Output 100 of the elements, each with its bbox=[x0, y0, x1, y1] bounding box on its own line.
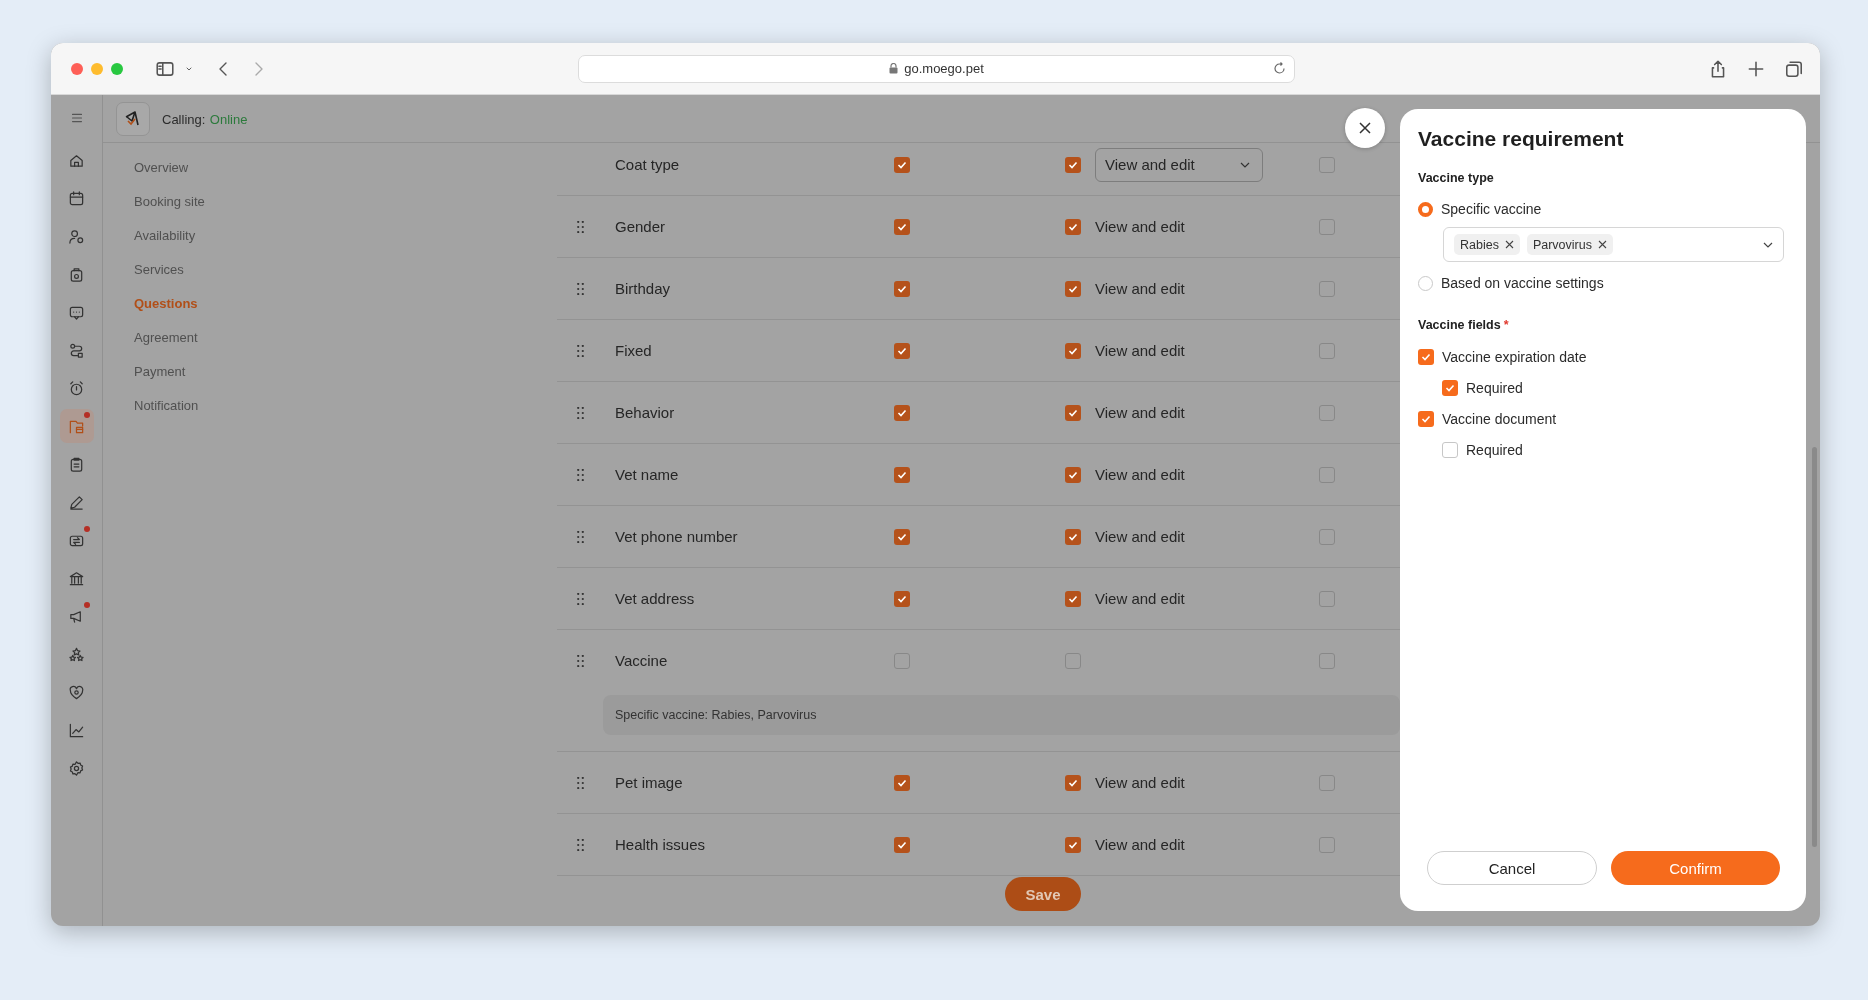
checkbox[interactable] bbox=[894, 280, 910, 297]
checkbox[interactable] bbox=[894, 652, 910, 669]
calendar-icon bbox=[68, 189, 85, 207]
checkbox[interactable] bbox=[1319, 590, 1335, 607]
settings-nav-item[interactable]: Services bbox=[134, 261, 184, 277]
drag-handle-icon[interactable] bbox=[576, 654, 584, 667]
checkbox[interactable] bbox=[894, 156, 910, 173]
checkbox[interactable] bbox=[894, 528, 910, 545]
checkbox[interactable] bbox=[1065, 404, 1081, 421]
checkbox[interactable] bbox=[1319, 342, 1335, 359]
checkbox[interactable] bbox=[894, 404, 910, 421]
checkbox[interactable] bbox=[1065, 528, 1081, 545]
checkbox[interactable] bbox=[894, 590, 910, 607]
checkmark-icon bbox=[1068, 531, 1078, 542]
checkbox[interactable] bbox=[1319, 774, 1335, 791]
checkbox[interactable] bbox=[1418, 348, 1434, 365]
checkmark-icon bbox=[897, 221, 907, 232]
cancel-button[interactable]: Cancel bbox=[1427, 851, 1597, 885]
settings-nav-item[interactable]: Booking site bbox=[134, 193, 205, 209]
vaccine-tag: Rabies bbox=[1454, 234, 1520, 255]
reload-icon[interactable] bbox=[1273, 61, 1286, 75]
checkmark-icon bbox=[1068, 469, 1078, 480]
checkbox[interactable] bbox=[1319, 404, 1335, 421]
checkmark-icon bbox=[897, 159, 907, 170]
drag-handle-icon[interactable] bbox=[576, 220, 584, 233]
checkmark-icon bbox=[1421, 351, 1431, 362]
checkbox[interactable] bbox=[1319, 218, 1335, 235]
checkbox[interactable] bbox=[1319, 836, 1335, 853]
chart-icon bbox=[68, 721, 85, 739]
settings-nav-item[interactable]: Payment bbox=[134, 363, 186, 379]
checkbox[interactable] bbox=[1319, 528, 1335, 545]
caret-icon bbox=[1240, 161, 1250, 168]
drag-handle-icon[interactable] bbox=[576, 776, 584, 789]
remove-icon[interactable] bbox=[1597, 240, 1607, 249]
save-button[interactable]: Save bbox=[1005, 877, 1081, 911]
radio-button[interactable] bbox=[1418, 201, 1433, 217]
radio-label[interactable]: Specific vaccine bbox=[1441, 201, 1542, 217]
checkbox[interactable] bbox=[894, 836, 910, 853]
calling-status: Online bbox=[209, 111, 248, 127]
calling-label: Calling: bbox=[162, 111, 206, 127]
drag-handle-icon[interactable] bbox=[576, 344, 584, 357]
drag-handle-icon[interactable] bbox=[576, 406, 584, 419]
checkbox[interactable] bbox=[1065, 280, 1081, 297]
drag-handle-icon[interactable] bbox=[576, 530, 584, 543]
settings-nav-item[interactable]: Agreement bbox=[134, 329, 198, 345]
access-dropdown[interactable]: View and edit bbox=[1095, 147, 1263, 182]
access-text: View and edit bbox=[1095, 404, 1186, 421]
checkmark-icon bbox=[897, 839, 907, 850]
checkmark-icon bbox=[897, 593, 907, 604]
checkbox[interactable] bbox=[1065, 774, 1081, 791]
settings-nav-item[interactable]: Availability bbox=[134, 227, 196, 243]
close-button[interactable] bbox=[1345, 108, 1385, 148]
checkbox[interactable] bbox=[1065, 156, 1081, 173]
checkbox[interactable] bbox=[1418, 410, 1434, 427]
checkbox[interactable] bbox=[1065, 652, 1081, 669]
close-window-button[interactable] bbox=[71, 62, 83, 75]
checkbox[interactable] bbox=[1319, 652, 1335, 669]
checkbox[interactable] bbox=[1065, 590, 1081, 607]
question-name: Gender bbox=[614, 218, 667, 235]
question-name: Health issues bbox=[614, 836, 707, 853]
checkbox[interactable] bbox=[1319, 280, 1335, 297]
checkbox[interactable] bbox=[1442, 379, 1458, 396]
checkbox-label[interactable]: Vaccine document bbox=[1442, 410, 1557, 427]
checkbox[interactable] bbox=[894, 466, 910, 483]
checkbox[interactable] bbox=[1065, 836, 1081, 853]
settings-icon bbox=[68, 759, 85, 777]
checkmark-icon bbox=[897, 531, 907, 542]
checkbox-label[interactable]: Required bbox=[1466, 379, 1523, 396]
drag-handle-icon[interactable] bbox=[576, 282, 584, 295]
drag-handle-icon[interactable] bbox=[576, 468, 584, 481]
app-logo[interactable] bbox=[116, 101, 150, 136]
drag-handle-icon[interactable] bbox=[576, 838, 584, 851]
checkbox[interactable] bbox=[894, 342, 910, 359]
checkbox[interactable] bbox=[1065, 466, 1081, 483]
address-bar[interactable]: go.moego.pet bbox=[578, 54, 1295, 83]
access-text: View and edit bbox=[1095, 836, 1186, 853]
stars-icon bbox=[68, 645, 85, 663]
checkbox[interactable] bbox=[1442, 441, 1458, 458]
checkbox[interactable] bbox=[1319, 466, 1335, 483]
checkmark-icon bbox=[897, 777, 907, 788]
checkbox[interactable] bbox=[894, 774, 910, 791]
access-text: View and edit bbox=[1095, 342, 1186, 359]
checkbox[interactable] bbox=[1065, 218, 1081, 235]
route-icon bbox=[68, 341, 85, 359]
checkbox[interactable] bbox=[1319, 156, 1335, 173]
drag-handle-icon[interactable] bbox=[576, 592, 584, 605]
remove-icon[interactable] bbox=[1504, 240, 1514, 249]
clipboard-icon bbox=[68, 455, 85, 473]
checkbox[interactable] bbox=[894, 218, 910, 235]
checkbox[interactable] bbox=[1065, 342, 1081, 359]
checkbox-label[interactable]: Vaccine expiration date bbox=[1442, 348, 1587, 365]
checkmark-icon bbox=[1068, 221, 1078, 232]
settings-nav-item[interactable]: Notification bbox=[134, 397, 199, 413]
scrollbar[interactable] bbox=[1812, 447, 1817, 847]
vaccine-select[interactable]: Rabies Parvovirus bbox=[1443, 227, 1784, 262]
radio-label[interactable]: Based on vaccine settings bbox=[1441, 275, 1604, 291]
checkmark-icon bbox=[897, 283, 907, 294]
settings-nav-item[interactable]: Overview bbox=[134, 159, 189, 175]
access-text: View and edit bbox=[1095, 280, 1186, 297]
checkbox-label[interactable]: Required bbox=[1466, 441, 1523, 458]
